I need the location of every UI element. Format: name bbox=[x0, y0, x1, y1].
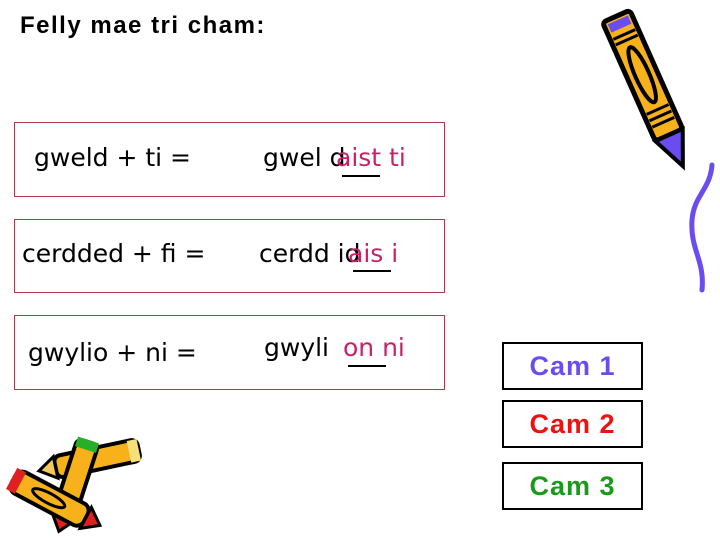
equation-stem: gwel d bbox=[263, 143, 346, 172]
equation-answer: aist ti bbox=[336, 143, 406, 172]
answer-blank bbox=[348, 365, 386, 367]
equation-left: gweld + ti = bbox=[34, 143, 191, 172]
equation-answer: ais i bbox=[348, 239, 399, 268]
step-3-button[interactable]: Cam 3 bbox=[502, 462, 643, 510]
equation-box-1: gweld + ti = gwel d aist ti bbox=[14, 122, 445, 197]
answer-blank bbox=[353, 270, 391, 272]
equation-box-3: gwylio + ni = gwyli on ni bbox=[14, 315, 445, 390]
step-3-label: Cam 3 bbox=[529, 470, 616, 501]
answer-blank bbox=[342, 175, 380, 177]
step-1-label: Cam 1 bbox=[529, 350, 616, 381]
crayons-icon bbox=[5, 436, 142, 534]
pencil-line-icon bbox=[689, 162, 715, 293]
step-2-label: Cam 2 bbox=[529, 408, 616, 439]
step-2-button[interactable]: Cam 2 bbox=[502, 400, 643, 448]
slide-title: Felly mae tri cham: bbox=[20, 12, 266, 39]
equation-left: cerdded + fi = bbox=[22, 239, 206, 268]
step-1-button[interactable]: Cam 1 bbox=[502, 342, 643, 390]
equation-box-2: cerdded + fi = cerdd id ais i bbox=[14, 219, 445, 293]
equation-stem: cerdd id bbox=[259, 239, 361, 268]
equation-answer: on ni bbox=[343, 333, 405, 362]
equation-stem: gwyli bbox=[264, 333, 330, 362]
equation-left: gwylio + ni = bbox=[28, 338, 197, 367]
